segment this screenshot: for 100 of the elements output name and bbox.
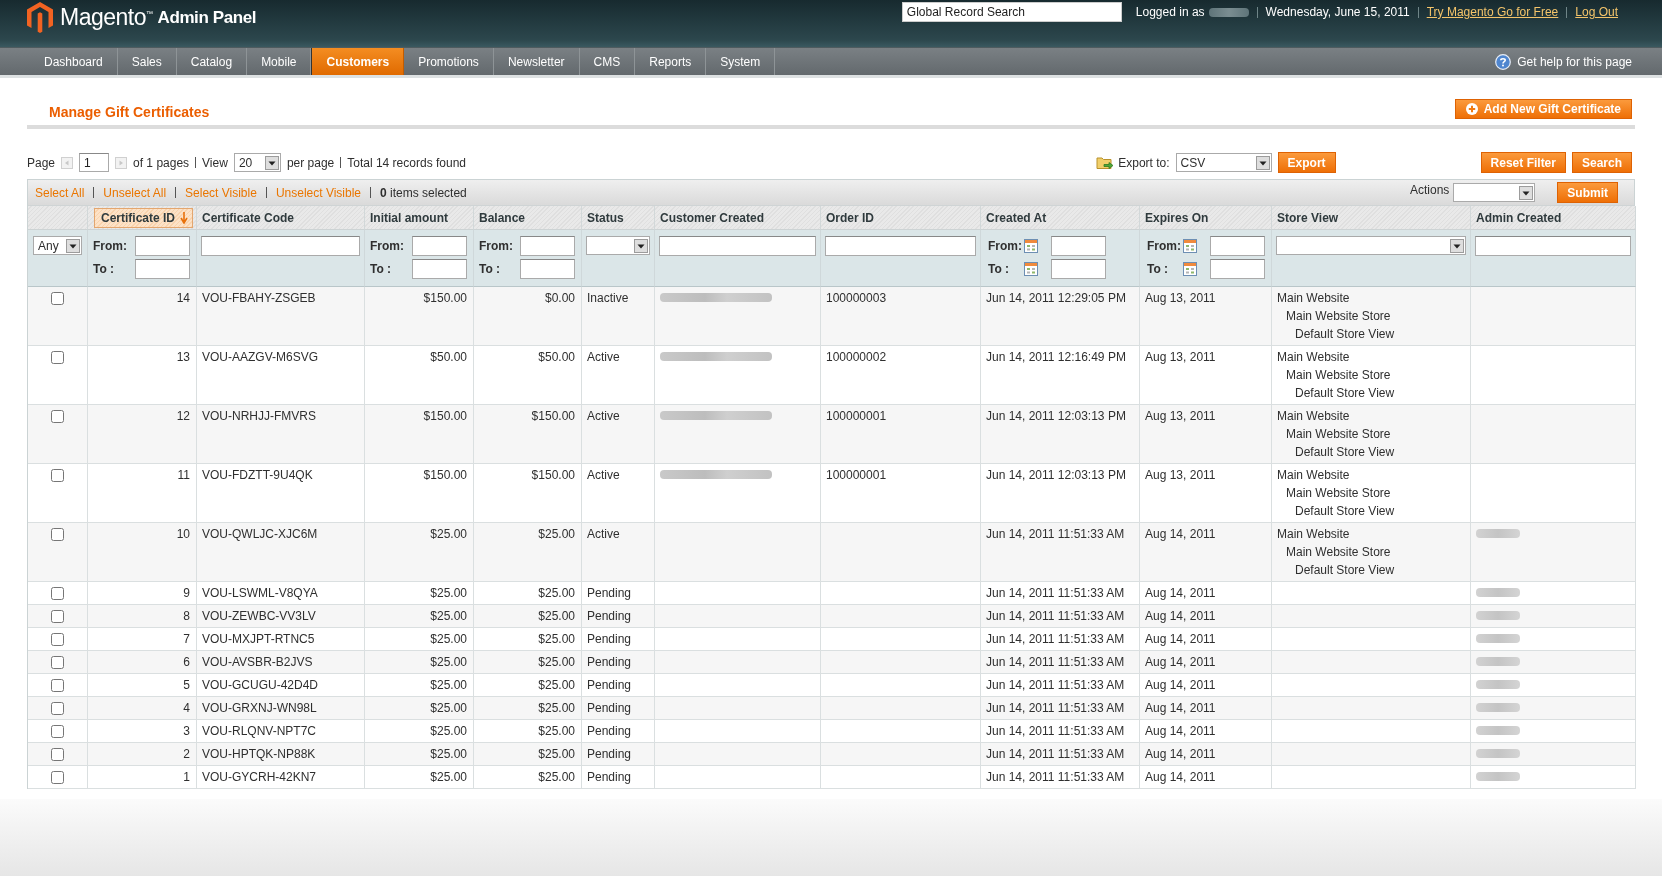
row-checkbox[interactable] — [51, 702, 64, 715]
header-link[interactable]: Log Out — [1575, 5, 1618, 19]
table-cell: Pending — [582, 766, 655, 789]
nav-tab[interactable]: Newsletter — [493, 48, 580, 75]
header-link[interactable]: Try Magento Go for Free — [1426, 5, 1559, 19]
range-from-field[interactable] — [412, 236, 467, 256]
filter-select[interactable] — [1276, 236, 1466, 255]
filter-field[interactable] — [825, 236, 976, 256]
table-cell: $25.00 — [474, 628, 582, 651]
range-to-field[interactable] — [412, 259, 467, 279]
row-checkbox[interactable] — [51, 725, 64, 738]
caret-icon — [1450, 238, 1464, 253]
table-cell: VOU-HPTQK-NP88K — [197, 743, 365, 766]
range-from-field[interactable] — [520, 236, 575, 256]
calendar-icon[interactable] — [1024, 262, 1038, 276]
table-cell: VOU-GRXNJ-WN98L — [197, 697, 365, 720]
actions-select[interactable] — [1453, 183, 1536, 202]
date-from-field[interactable] — [1210, 236, 1265, 256]
table-cell: Jun 14, 2011 12:29:05 PM — [981, 287, 1140, 346]
calendar-icon[interactable] — [1183, 239, 1197, 253]
filter-button[interactable]: Reset Filter — [1480, 152, 1566, 173]
row-checkbox[interactable] — [51, 351, 64, 364]
table-cell: VOU-GYCRH-42KN7 — [197, 766, 365, 789]
store-view-item: Default Store View — [1295, 444, 1395, 461]
calendar-icon[interactable] — [1024, 239, 1038, 253]
actions-label: Actions — [1409, 182, 1450, 197]
filter-select[interactable]: Any — [33, 236, 82, 255]
plus-icon — [1465, 103, 1478, 115]
filter-field[interactable] — [1475, 236, 1631, 256]
range-to-label: To : — [479, 262, 502, 276]
export-button[interactable]: Export — [1277, 152, 1336, 173]
table-cell: Pending — [582, 628, 655, 651]
row-checkbox[interactable] — [51, 410, 64, 423]
range-from-field[interactable] — [135, 236, 190, 256]
store-view-item: Main Website Store — [1286, 308, 1391, 325]
logo-icon — [27, 1, 53, 33]
table-cell: Aug 13, 2011 — [1140, 464, 1272, 523]
nav-tab[interactable]: System — [706, 48, 776, 75]
range-to-field[interactable] — [520, 259, 575, 279]
range-from-label: From: — [93, 239, 128, 253]
row-checkbox[interactable] — [51, 771, 64, 784]
table-cell: $150.00 — [474, 405, 582, 464]
page-number-field[interactable]: 1 — [79, 153, 110, 172]
table-cell: $25.00 — [474, 697, 582, 720]
page-count-text: of 1 pages — [133, 155, 190, 170]
table-cell: VOU-RLQNV-NPT7C — [197, 720, 365, 743]
calendar-icon[interactable] — [1183, 262, 1197, 276]
table-cell: 4 — [88, 697, 197, 720]
nav-tab[interactable]: Reports — [635, 48, 707, 75]
filter-field[interactable] — [201, 236, 360, 256]
date-to-field[interactable] — [1051, 259, 1106, 279]
table-cell: Jun 14, 2011 11:51:33 AM — [981, 651, 1140, 674]
global-search-field[interactable]: Global Record Search — [901, 2, 1122, 22]
range-to-field[interactable] — [135, 259, 190, 279]
store-view-item: Main Website — [1277, 408, 1350, 425]
table-cell: $25.00 — [474, 743, 582, 766]
table-cell: 12 — [88, 405, 197, 464]
date-to-field[interactable] — [1210, 259, 1265, 279]
nav-tab[interactable]: Sales — [117, 48, 177, 75]
table-cell: Aug 14, 2011 — [1140, 605, 1272, 628]
per-page-select[interactable]: 20 — [233, 153, 281, 172]
nav-tab[interactable]: Promotions — [404, 48, 494, 75]
filter-select[interactable] — [586, 236, 650, 255]
table-cell: $25.00 — [365, 582, 474, 605]
nav-tab[interactable]: CMS — [579, 48, 636, 75]
add-gift-certificate-button[interactable]: Add New Gift Certificate — [1454, 99, 1632, 119]
column-header[interactable]: Certificate ID — [94, 208, 193, 228]
table-cell: 11 — [88, 464, 197, 523]
row-checkbox[interactable] — [51, 748, 64, 761]
date-from-field[interactable] — [1051, 236, 1106, 256]
nav-tab[interactable]: Dashboard — [30, 48, 118, 75]
table-cell: Aug 14, 2011 — [1140, 720, 1272, 743]
filter-field[interactable] — [659, 236, 816, 256]
nav-tab[interactable]: Customers — [311, 48, 405, 75]
logo-text: Magento$^{™}$ — [60, 3, 153, 31]
row-checkbox[interactable] — [51, 587, 64, 600]
table-cell: Jun 14, 2011 12:03:13 PM — [981, 405, 1140, 464]
date-from-label: From: — [1147, 239, 1182, 253]
table-cell: 10 — [88, 523, 197, 582]
row-checkbox[interactable] — [51, 610, 64, 623]
help-link[interactable]: Get help for this page — [1517, 54, 1632, 69]
table-cell: $0.00 — [474, 287, 582, 346]
caret-icon — [1519, 185, 1534, 200]
row-checkbox[interactable] — [51, 656, 64, 669]
row-checkbox[interactable] — [51, 469, 64, 482]
row-checkbox[interactable] — [51, 679, 64, 692]
range-to-label: To : — [370, 262, 393, 276]
table-cell: 2 — [88, 743, 197, 766]
row-checkbox[interactable] — [51, 292, 64, 305]
export-format-select[interactable]: CSV — [1175, 153, 1272, 172]
table-cell: Pending — [582, 743, 655, 766]
filter-button[interactable]: Search — [1571, 152, 1632, 173]
row-checkbox[interactable] — [51, 633, 64, 646]
store-view-item: Default Store View — [1295, 326, 1395, 343]
submit-button[interactable]: Submit — [1557, 182, 1618, 203]
table-cell: Active — [582, 346, 655, 405]
row-checkbox[interactable] — [51, 528, 64, 541]
table-cell: Pending — [582, 697, 655, 720]
table-cell: Jun 14, 2011 11:51:33 AM — [981, 582, 1140, 605]
nav-tab[interactable]: Catalog — [176, 48, 248, 75]
